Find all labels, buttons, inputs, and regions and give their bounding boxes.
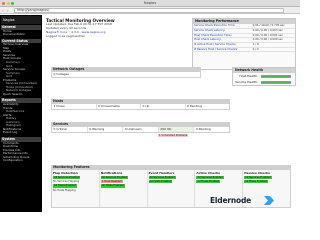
main-content: Tactical Monitoring Overview Last Update… (42, 15, 300, 212)
services-status-cell[interactable]: 0 Pending (194, 127, 229, 132)
outages-count[interactable]: 0 Outages (52, 72, 200, 77)
health-label: Service Health: (235, 80, 258, 85)
health-bar (261, 74, 291, 79)
network-health-panel: Network Health Host Health: Service Healt… (232, 67, 296, 87)
services-status-cell[interactable]: 0 Warning (88, 127, 124, 132)
health-label: Host Health: (239, 74, 258, 79)
feature-column-flap-detection: Flap Detection All Services Enabled No Ser… (52, 170, 100, 207)
address-bar[interactable]: http://yang/nagios/ (14, 8, 284, 13)
feature-enabled-badge[interactable]: All Hosts Enabled (100, 184, 125, 188)
health-bar (261, 80, 291, 85)
services-section: Services 0 Critical 0 Warning 0 Unknown 200… (51, 122, 230, 138)
eldernode-watermark: Eldernode (210, 196, 251, 205)
window-title: Nagios (143, 1, 157, 5)
hosts-section: Hosts 1 Down 0 Unreachable 0 Up 0 Pending (51, 99, 230, 110)
window-titlebar: Nagios (0, 0, 300, 7)
nagios-sidebar: Nagios General Home Documentation Current S… (0, 15, 42, 212)
health-bar-fill (262, 75, 290, 78)
feature-status-text[interactable]: No Hosts Flapping (53, 189, 76, 192)
services-status-cell[interactable]: 0 Critical (52, 127, 88, 132)
health-row: Service Health: (233, 79, 295, 85)
feature-enabled-badge[interactable]: All Hosts Enabled (196, 180, 221, 184)
eldernode-logo-icon (264, 196, 274, 205)
performance-row: # Passive Host / Service Checks: 0 / 0 (193, 47, 295, 53)
feature-column-notifications: Notifications All Services Enabled 1 Host … (100, 170, 148, 207)
logged-in-text: Logged in as nagiosadmin (46, 33, 86, 38)
network-outages-section: Network Outages 0 Outages (51, 67, 201, 78)
back-arrow-icon[interactable]: ‹ (2, 8, 4, 13)
hosts-status-cell[interactable]: 0 Up (141, 104, 186, 109)
performance-metric-value: 0 / 0 (251, 47, 295, 53)
hosts-status-cell[interactable]: 0 Pending (186, 104, 230, 109)
browser-toolbar: ‹ › http://yang/nagios/ (0, 7, 300, 14)
unhandled-problems-badge[interactable]: 1 Unhandled Problems (158, 134, 189, 138)
services-status-cell[interactable]: 0 Unknown (123, 127, 159, 132)
services-status-cell[interactable]: 200 OK (158, 127, 195, 132)
overview-info: Tactical Monitoring Overview Last Update… (46, 18, 166, 38)
performance-metric-link[interactable]: # Passive Host / Service Checks: (193, 47, 252, 53)
feature-enabled-badge[interactable]: All Hosts Enabled (244, 180, 268, 184)
hosts-status-cell[interactable]: 0 Unreachable (97, 104, 141, 109)
performance-table: Service Check Execution Time: 0.01 / 10.0… (193, 23, 295, 53)
feature-column-event-handlers: Event Handlers All Services Enabled All Ho… (148, 170, 196, 207)
health-bar-fill (262, 81, 290, 84)
feature-enabled-badge[interactable]: All Hosts Enabled (148, 180, 173, 184)
monitoring-features-section: Monitoring Features Flap Detection All Se… (51, 165, 291, 208)
hosts-status-cell[interactable]: 1 Down (52, 104, 97, 109)
forward-arrow-icon[interactable]: › (7, 8, 9, 13)
monitoring-performance-panel: Monitoring Performance Service Check Exe… (192, 18, 296, 70)
nagios-logo[interactable]: Nagios (1, 16, 41, 24)
